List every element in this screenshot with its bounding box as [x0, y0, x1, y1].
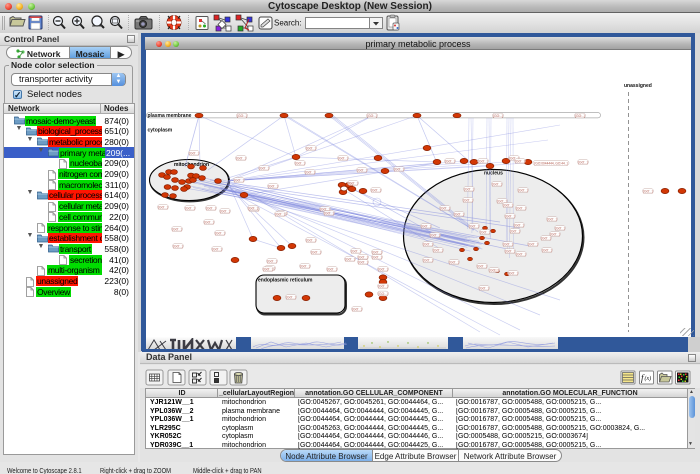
svg-text:[GO:..]: [GO:..]	[454, 212, 464, 216]
svg-text:[GO:..]: [GO:..]	[305, 170, 315, 174]
svg-text:[GO:..]: [GO:..]	[358, 255, 368, 259]
svg-text:[GO:..]: [GO:..]	[478, 159, 488, 163]
svg-text:Search:: Search:	[274, 19, 302, 28]
svg-text:[GO:..]: [GO:..]	[492, 182, 502, 186]
svg-text:[GO:..]: [GO:..]	[268, 184, 278, 188]
svg-text:[GO:..]: [GO:..]	[212, 247, 222, 251]
svg-text:[GO:..]: [GO:..]	[421, 224, 431, 228]
svg-text:[GO:..]: [GO:..]	[263, 267, 273, 271]
svg-text:[GO:..]: [GO:..]	[477, 264, 487, 268]
svg-text:[GO:..]: [GO:..]	[528, 242, 538, 246]
svg-text:[GO:..]: [GO:..]	[286, 295, 296, 299]
svg-text:[GO:..]: [GO:..]	[505, 249, 515, 253]
svg-text:[GO:..]: [GO:..]	[469, 224, 479, 228]
svg-text:cytoplasm: cytoplasm	[148, 128, 173, 134]
svg-text:[GO:..]: [GO:..]	[489, 268, 499, 272]
svg-text:[GO:..]: [GO:..]	[516, 252, 526, 256]
svg-text:[GO:..]: [GO:..]	[348, 181, 358, 185]
svg-text:[GO:..]: [GO:..]	[158, 205, 168, 209]
svg-text:[GO:..]: [GO:..]	[372, 250, 382, 254]
svg-text:[GO:..]: [GO:..]	[172, 227, 182, 231]
svg-text:plasma membrane: plasma membrane	[148, 113, 192, 119]
svg-text:[GO:..]: [GO:..]	[514, 223, 524, 227]
svg-text:endoplasmic reticulum: endoplasmic reticulum	[258, 278, 313, 284]
svg-text:[GO:..]: [GO:..]	[508, 271, 518, 275]
svg-text:[GO:..]: [GO:..]	[357, 168, 367, 172]
svg-text:[GO:..]: [GO:..]	[378, 284, 388, 288]
svg-text:[GO:..]: [GO:..]	[479, 286, 489, 290]
svg-text:[GO:..]: [GO:..]	[345, 257, 355, 261]
svg-text:[GO:0044444, GO:44..]: [GO:0044444, GO:44..]	[535, 162, 568, 166]
svg-text:[GO:..]: [GO:..]	[248, 206, 258, 210]
svg-text:[GO:..]: [GO:..]	[378, 267, 388, 271]
svg-text:[GO:..]: [GO:..]	[267, 259, 277, 263]
svg-text:nucleus: nucleus	[484, 171, 503, 177]
svg-text:[GO:..]: [GO:..]	[643, 189, 653, 193]
svg-text:[GO:..]: [GO:..]	[578, 160, 588, 164]
svg-text:[GO:..]: [GO:..]	[351, 249, 361, 253]
svg-text:[GO:..]: [GO:..]	[215, 231, 225, 235]
svg-text:[GO:..]: [GO:..]	[464, 187, 474, 191]
svg-text:[GO:..]: [GO:..]	[394, 167, 404, 171]
svg-text:[GO:..]: [GO:..]	[518, 188, 528, 192]
svg-text:[GO:..]: [GO:..]	[493, 114, 503, 118]
svg-text:[GO:..]: [GO:..]	[515, 159, 525, 163]
svg-text:[GO:..]: [GO:..]	[173, 244, 183, 248]
svg-text:[GO:..]: [GO:..]	[306, 146, 316, 150]
svg-text:[GO:..]: [GO:..]	[367, 114, 377, 118]
svg-text:[GO:..]: [GO:..]	[449, 260, 459, 264]
svg-text:[GO:..]: [GO:..]	[189, 151, 199, 155]
svg-text:[GO:..]: [GO:..]	[220, 209, 230, 213]
svg-text:[GO:..]: [GO:..]	[295, 161, 305, 165]
svg-text:[GO:..]: [GO:..]	[550, 232, 560, 236]
svg-text:[GO:..]: [GO:..]	[423, 242, 433, 246]
svg-text:[GO:..]: [GO:..]	[445, 159, 455, 163]
svg-text:[GO:..]: [GO:..]	[300, 264, 310, 268]
svg-text:[GO:..]: [GO:..]	[358, 260, 368, 264]
svg-text:[GO:..]: [GO:..]	[204, 220, 214, 224]
svg-text:[GO:..]: [GO:..]	[433, 248, 443, 252]
svg-text:[GO:..]: [GO:..]	[306, 238, 316, 242]
svg-text:[GO:..]: [GO:..]	[338, 156, 348, 160]
svg-text:[GO:..]: [GO:..]	[206, 206, 216, 210]
svg-text:[GO:..]: [GO:..]	[575, 114, 585, 118]
svg-text:[GO:..]: [GO:..]	[237, 114, 247, 118]
svg-text:[GO:..]: [GO:..]	[234, 178, 244, 182]
svg-text:[GO:..]: [GO:..]	[463, 198, 473, 202]
svg-text:[GO:..]: [GO:..]	[547, 217, 557, 221]
svg-text:[GO:..]: [GO:..]	[275, 212, 285, 216]
svg-text:(x): (x)	[645, 375, 652, 382]
svg-text:[GO:..]: [GO:..]	[352, 307, 362, 311]
svg-text:[GO:..]: [GO:..]	[510, 229, 520, 233]
svg-text:[GO:..]: [GO:..]	[236, 156, 246, 160]
svg-text:[GO:..]: [GO:..]	[324, 211, 334, 215]
svg-text:[GO:..]: [GO:..]	[555, 226, 565, 230]
svg-text:[GO:..]: [GO:..]	[430, 233, 440, 237]
svg-text:[GO:..]: [GO:..]	[378, 292, 388, 296]
svg-text:[GO:..]: [GO:..]	[503, 203, 513, 207]
svg-text:[GO:..]: [GO:..]	[542, 248, 552, 252]
svg-text:[GO:..]: [GO:..]	[185, 206, 195, 210]
svg-text:[GO:..]: [GO:..]	[327, 267, 337, 271]
svg-text:[GO:..]: [GO:..]	[505, 214, 515, 218]
svg-text:[GO:..]: [GO:..]	[440, 206, 450, 210]
svg-text:unassigned: unassigned	[624, 83, 652, 89]
svg-text:[GO:..]: [GO:..]	[311, 250, 321, 254]
svg-text:[GO:..]: [GO:..]	[480, 230, 490, 234]
svg-text:[GO:..]: [GO:..]	[503, 242, 513, 246]
svg-text:[GO:..]: [GO:..]	[423, 258, 433, 262]
svg-text:[GO:..]: [GO:..]	[259, 166, 269, 170]
svg-text:[GO:..]: [GO:..]	[371, 188, 381, 192]
svg-text:[GO:..]: [GO:..]	[516, 206, 526, 210]
svg-text:[GO:..]: [GO:..]	[372, 255, 382, 259]
svg-text:[GO:..]: [GO:..]	[541, 236, 551, 240]
